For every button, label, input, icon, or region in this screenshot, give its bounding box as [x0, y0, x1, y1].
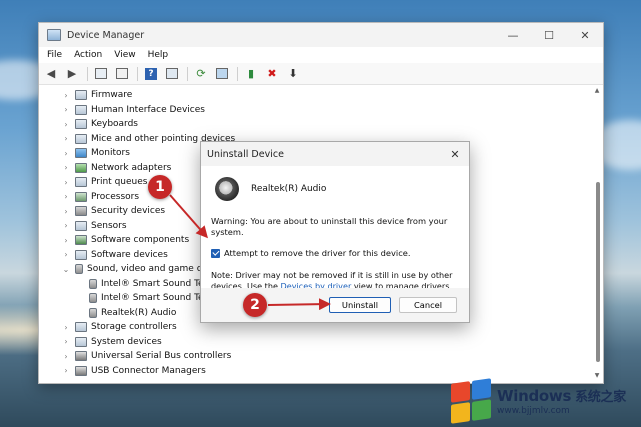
speaker-icon [89, 307, 97, 318]
dialog-warning-text: Warning: You are about to uninstall this… [211, 216, 448, 237]
tree-item-system-devices[interactable]: › System devices [61, 335, 593, 350]
annotation-step-1-badge: 1 [148, 175, 172, 199]
processor-icon [75, 191, 87, 202]
remove-driver-checkbox[interactable] [211, 248, 220, 258]
device-manager-app-icon [47, 29, 61, 41]
dialog-button-bar: Uninstall Cancel [201, 288, 469, 322]
chevron-right-icon[interactable]: › [61, 366, 71, 375]
back-icon[interactable]: ◀ [43, 66, 59, 82]
chevron-right-icon[interactable]: › [61, 221, 71, 230]
tree-item-firmware[interactable]: › Firmware [61, 88, 593, 103]
dialog-title-bar[interactable]: Uninstall Device ✕ [201, 142, 469, 166]
watermark-text: Windows 系统之家 www.bjjmlv.com [497, 386, 626, 416]
toolbar: ◀ ▶ ? ⟳ ▮ ✖ ⬇ [39, 63, 603, 85]
chevron-down-icon[interactable]: ⌄ [61, 265, 71, 274]
chevron-right-icon[interactable]: › [61, 163, 71, 172]
maximize-button[interactable]: ☐ [531, 23, 567, 47]
storage-icon [75, 322, 87, 333]
forward-icon[interactable]: ▶ [64, 66, 80, 82]
window-controls: — ☐ ✕ [495, 23, 603, 47]
chevron-right-icon[interactable]: › [61, 236, 71, 245]
chevron-right-icon[interactable]: › [61, 149, 71, 158]
mouse-icon [75, 133, 87, 144]
show-hide-tree-icon[interactable] [93, 66, 109, 82]
scroll-up-icon[interactable]: ▲ [593, 87, 601, 94]
software-icon [75, 235, 87, 246]
remove-driver-checkbox-label[interactable]: Attempt to remove the driver for this de… [224, 248, 411, 258]
watermark-url: www.bjjmlv.com [497, 406, 570, 416]
dialog-device-row: Realtek(R) Audio [211, 176, 459, 202]
chevron-right-icon[interactable]: › [61, 105, 71, 114]
dialog-device-name: Realtek(R) Audio [251, 184, 327, 194]
chevron-right-icon[interactable]: › [61, 134, 71, 143]
chevron-right-icon[interactable]: › [61, 352, 71, 361]
title-bar[interactable]: Device Manager — ☐ ✕ [39, 23, 603, 47]
network-icon [75, 162, 87, 173]
annotation-step-2-badge: 2 [243, 293, 267, 317]
chevron-right-icon[interactable]: › [61, 250, 71, 259]
dialog-body: Realtek(R) Audio Warning: You are about … [201, 166, 469, 302]
tree-item-usb-controllers[interactable]: › Universal Serial Bus controllers [61, 349, 593, 364]
menu-bar: File Action View Help [39, 47, 603, 63]
speaker-icon [215, 177, 239, 201]
security-icon [75, 206, 87, 217]
windows-logo-icon [451, 378, 491, 424]
help-icon[interactable]: ? [143, 66, 159, 82]
update-driver-icon[interactable]: ⟳ [193, 66, 209, 82]
watermark-brand-en: Windows [497, 387, 572, 405]
menu-action[interactable]: Action [74, 50, 102, 60]
printer-icon [75, 177, 87, 188]
uninstall-icon[interactable]: ✖ [264, 66, 280, 82]
cancel-button[interactable]: Cancel [399, 297, 457, 313]
chevron-right-icon[interactable]: › [61, 91, 71, 100]
sound-icon [75, 264, 83, 275]
uninstall-device-dialog: Uninstall Device ✕ Realtek(R) Audio Warn… [200, 141, 470, 323]
vertical-scrollbar[interactable]: ▲ ▼ [593, 87, 601, 379]
minimize-button[interactable]: — [495, 23, 531, 47]
tree-item-usb-connector-managers[interactable]: › USB Connector Managers [61, 364, 593, 379]
uninstall-button[interactable]: Uninstall [329, 297, 391, 313]
chevron-right-icon[interactable]: › [61, 337, 71, 346]
toolbar-separator [87, 66, 88, 81]
monitor-icon[interactable] [214, 66, 230, 82]
menu-view[interactable]: View [114, 50, 135, 60]
tree-item-keyboards[interactable]: › Keyboards [61, 117, 593, 132]
usb-connector-icon [75, 365, 87, 376]
watermark: Windows 系统之家 www.bjjmlv.com [451, 378, 641, 424]
keyboard-icon [75, 119, 87, 130]
hid-icon [75, 104, 87, 115]
tree-item-hid[interactable]: › Human Interface Devices [61, 103, 593, 118]
enable-device-icon[interactable]: ▮ [243, 66, 259, 82]
firmware-icon [75, 90, 87, 101]
chevron-right-icon[interactable]: › [61, 192, 71, 201]
toolbar-separator [137, 66, 138, 81]
sensor-icon [75, 220, 87, 231]
system-icon [75, 336, 87, 347]
dialog-close-button[interactable]: ✕ [441, 142, 469, 166]
software-device-icon [75, 249, 87, 260]
scroll-thumb[interactable] [596, 182, 600, 362]
toolbar-separator [187, 66, 188, 81]
toolbar-separator [237, 66, 238, 81]
menu-help[interactable]: Help [148, 50, 169, 60]
close-button[interactable]: ✕ [567, 23, 603, 47]
speaker-icon [89, 278, 97, 289]
watermark-brand-cn: 系统之家 [575, 390, 626, 405]
details-icon[interactable] [164, 66, 180, 82]
chevron-right-icon[interactable]: › [61, 207, 71, 216]
usb-icon [75, 351, 87, 362]
monitor-icon [75, 148, 87, 159]
chevron-right-icon[interactable]: › [61, 178, 71, 187]
remove-driver-checkbox-row[interactable]: Attempt to remove the driver for this de… [211, 248, 459, 258]
chevron-right-icon[interactable]: › [61, 120, 71, 129]
download-icon[interactable]: ⬇ [285, 66, 301, 82]
menu-file[interactable]: File [47, 50, 62, 60]
speaker-icon [89, 293, 97, 304]
chevron-right-icon[interactable]: › [61, 323, 71, 332]
properties-icon[interactable] [114, 66, 130, 82]
window-title: Device Manager [67, 29, 145, 41]
dialog-title: Uninstall Device [207, 148, 284, 160]
watermark-brand: Windows 系统之家 [497, 386, 626, 405]
